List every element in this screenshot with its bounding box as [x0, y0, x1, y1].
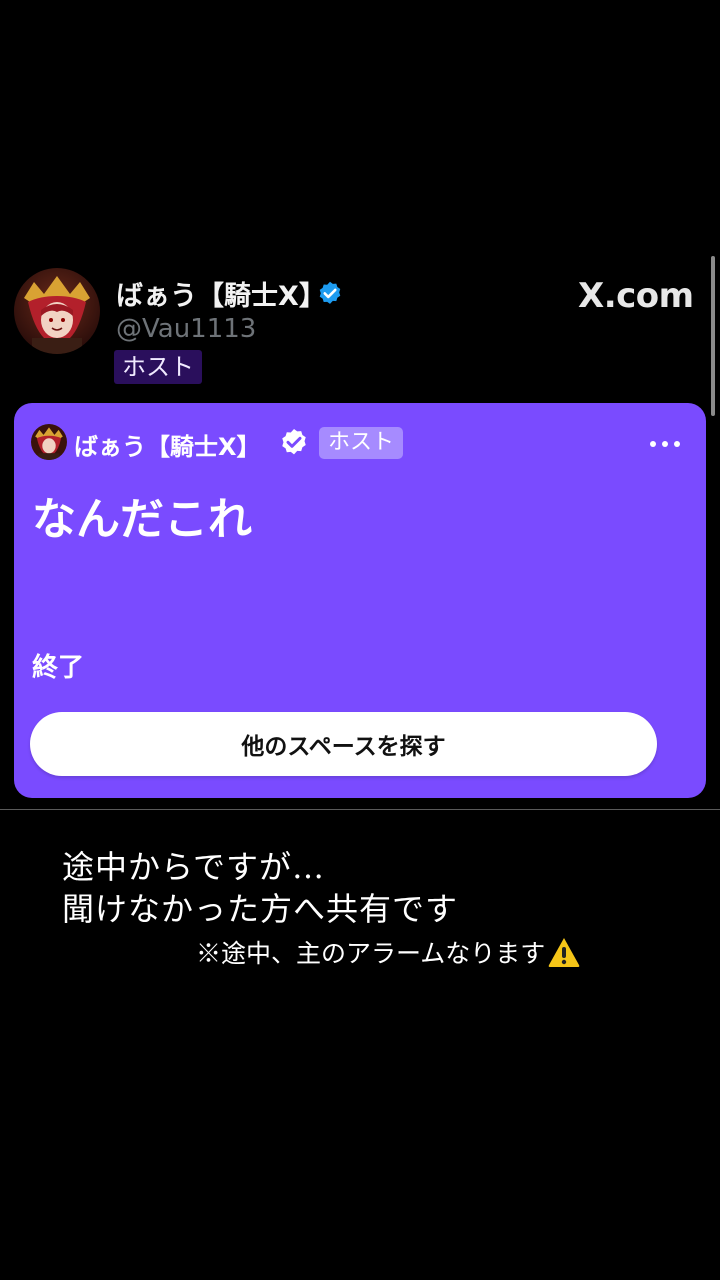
more-options-icon[interactable]	[650, 437, 680, 451]
x-com-logo: X.com	[578, 276, 694, 316]
verified-badge-icon	[282, 429, 306, 455]
caption-line-1: 途中からですが…	[62, 848, 326, 886]
divider	[0, 809, 720, 810]
card-host-name[interactable]: ばぁう【騎士X】	[74, 427, 261, 462]
host-avatar[interactable]	[14, 268, 100, 354]
scrollbar[interactable]	[711, 256, 715, 416]
warning-icon	[548, 938, 580, 967]
caption-line-2: 聞けなかった方へ共有です	[62, 890, 459, 928]
space-title: なんだこれ	[32, 494, 252, 545]
explore-spaces-button[interactable]: 他のスペースを探す	[30, 712, 657, 776]
space-status: 終了	[32, 653, 85, 683]
card-host-avatar[interactable]	[31, 424, 67, 460]
verified-badge-icon	[319, 281, 341, 304]
host-name[interactable]: ばぁう【騎士X】	[116, 274, 326, 313]
space-card[interactable]: ばぁう【騎士X】 ホスト なんだこれ 終了 他のスペースを探す	[14, 403, 706, 798]
host-badge: ホスト	[114, 350, 202, 384]
caption-note-text: ※途中、主のアラームなります	[196, 939, 546, 968]
card-host-badge: ホスト	[319, 427, 404, 459]
host-handle[interactable]: @Vau1113	[116, 314, 256, 344]
caption-note: ※途中、主のアラームなります	[196, 934, 581, 970]
